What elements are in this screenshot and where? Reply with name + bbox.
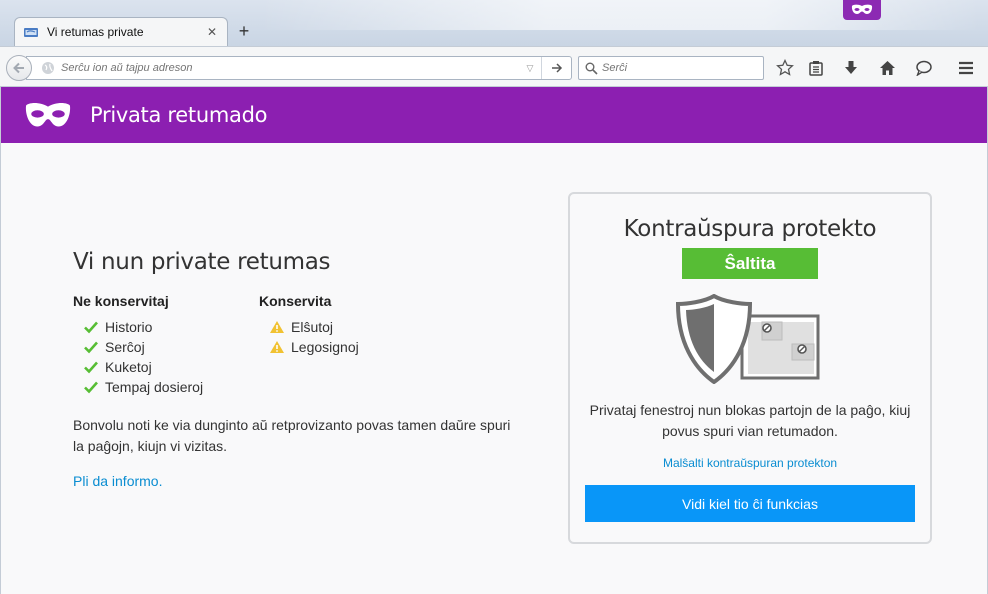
private-browsing-banner: Privata retumado xyxy=(1,87,987,143)
list-item: Tempaj dosieroj xyxy=(73,377,259,397)
saved-column: Konservita Elŝutoj Legosignoj xyxy=(259,293,445,397)
disable-tracking-protection-link[interactable]: Malŝalti kontraŭspuran protekton xyxy=(570,456,930,470)
speech-bubble-icon xyxy=(915,60,932,76)
tab-title: Vi retumas private xyxy=(47,25,144,39)
tab-close-icon[interactable]: ✕ xyxy=(205,25,219,39)
private-mask-icon xyxy=(851,4,873,14)
menu-button[interactable] xyxy=(954,56,978,80)
arrow-right-icon xyxy=(551,63,562,73)
search-input[interactable] xyxy=(602,62,763,74)
list-item: Elŝutoj xyxy=(259,317,445,337)
warning-icon xyxy=(270,341,284,353)
url-input[interactable] xyxy=(61,58,519,78)
status-badge: Ŝaltita xyxy=(682,248,818,279)
private-mask-icon xyxy=(25,102,71,127)
globe-icon xyxy=(42,62,54,74)
search-bar[interactable] xyxy=(578,56,764,80)
tracking-note: Bonvolu noti ke via dunginto aŭ retprovi… xyxy=(73,417,511,454)
search-icon xyxy=(585,62,598,75)
shield-blocking-illustration-icon xyxy=(676,294,820,384)
tracking-heading: Kontraŭspura protekto xyxy=(623,216,877,242)
downloads-button[interactable] xyxy=(839,56,863,80)
hamburger-menu-icon xyxy=(959,61,973,75)
warning-icon xyxy=(270,321,284,333)
window-titlebar: Vi retumas private ✕ + xyxy=(0,0,988,46)
new-tab-button[interactable]: + xyxy=(233,20,255,42)
not-saved-item-label: Kuketoj xyxy=(105,359,152,375)
navigation-toolbar: ▽ xyxy=(0,46,988,87)
page-content: Privata retumado Vi nun private retumas … xyxy=(0,87,988,594)
checkmark-icon xyxy=(84,361,98,374)
see-how-it-works-button[interactable]: Vidi kiel tio ĉi funkcias xyxy=(585,485,915,522)
saved-heading: Konservita xyxy=(259,293,332,309)
not-saved-item-label: Serĉoj xyxy=(105,339,145,355)
learn-more-link[interactable]: Pli da informo. xyxy=(73,473,162,489)
list-item: Kuketoj xyxy=(73,357,259,377)
home-icon xyxy=(879,61,895,75)
private-browsing-favicon-icon xyxy=(24,28,38,37)
saved-item-label: Elŝutoj xyxy=(291,319,334,335)
history-dropdown-icon[interactable]: ▽ xyxy=(519,63,541,74)
reading-list-button[interactable] xyxy=(804,56,828,80)
back-button[interactable] xyxy=(6,55,32,81)
not-saved-item-label: Historio xyxy=(105,319,153,335)
arrow-left-icon xyxy=(13,62,24,74)
tracking-description: Privataj fenestroj nun blokas partojn de… xyxy=(589,402,911,439)
tracking-protection-card: Kontraŭspura protekto Ŝaltita Privataj f… xyxy=(568,192,932,544)
checkmark-icon xyxy=(84,381,98,394)
url-bar[interactable]: ▽ xyxy=(26,56,572,80)
not-saved-heading: Ne konservitaj xyxy=(73,293,169,309)
download-arrow-icon xyxy=(845,61,857,74)
checkmark-icon xyxy=(84,321,98,334)
clipboard-icon xyxy=(809,61,823,76)
go-button[interactable] xyxy=(541,57,571,79)
list-item: Legosignoj xyxy=(259,337,445,357)
home-button[interactable] xyxy=(875,56,899,80)
page-title: Privata retumado xyxy=(90,103,268,127)
list-item: Historio xyxy=(73,317,259,337)
list-item: Serĉoj xyxy=(73,337,259,357)
private-browsing-info: Vi nun private retumas Ne konservitaj Hi… xyxy=(73,249,533,491)
tab-private-browsing[interactable]: Vi retumas private ✕ xyxy=(14,17,228,46)
checkmark-icon xyxy=(84,341,98,354)
chat-button[interactable] xyxy=(911,56,935,80)
star-icon xyxy=(776,59,794,76)
bookmark-star-button[interactable] xyxy=(773,56,797,80)
not-saved-item-label: Tempaj dosieroj xyxy=(105,379,204,395)
private-browsing-indicator xyxy=(843,0,881,20)
info-heading: Vi nun private retumas xyxy=(73,249,331,275)
saved-item-label: Legosignoj xyxy=(291,339,359,355)
not-saved-column: Ne konservitaj Historio Serĉoj Kuketoj T… xyxy=(73,293,259,397)
